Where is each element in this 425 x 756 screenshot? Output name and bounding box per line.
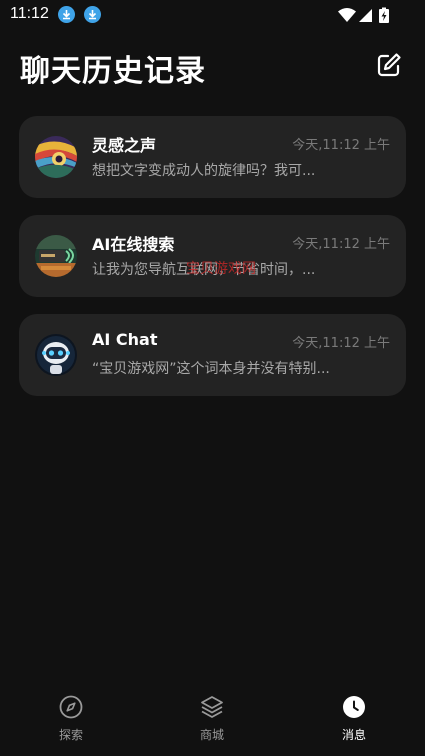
chat-item-ai-chat[interactable]: AI Chat 今天,11:12 上午 “宝贝游戏网”这个词本身并没有特别... [19, 314, 406, 396]
battery-icon [379, 7, 389, 23]
nav-label: 消息 [341, 728, 366, 742]
avatar [35, 136, 77, 178]
header: 聊天历史记录 [0, 40, 425, 90]
bottom-nav: 探索 商城 消息 [0, 686, 425, 756]
nav-label: 商城 [199, 728, 224, 742]
signal-icon [359, 9, 372, 22]
chat-time: 今天,11:12 上午 [292, 336, 390, 351]
edit-button[interactable] [375, 51, 403, 79]
chat-item-linggan[interactable]: 灵感之声 今天,11:12 上午 想把文字变成动人的旋律吗？我可... [19, 116, 406, 198]
compass-icon [59, 695, 83, 719]
chat-preview: 想把文字变成动人的旋律吗？我可... [92, 163, 316, 179]
chat-name: AI Chat [92, 330, 158, 349]
chat-item-ai-search[interactable]: AI在线搜索 今天,11:12 上午 让我为您导航互联网，节省时间，... [19, 215, 406, 297]
chat-time: 今天,11:12 上午 [292, 138, 390, 153]
page-title: 聊天历史记录 [20, 54, 206, 89]
download-notification-icon [58, 6, 75, 23]
nav-label: 探索 [58, 728, 83, 742]
download-notification-icon [84, 6, 101, 23]
avatar [35, 334, 77, 376]
watermark: 宝贝游戏网 [186, 261, 256, 277]
chat-name: AI在线搜索 [92, 235, 175, 254]
chat-time: 今天,11:12 上午 [292, 237, 390, 252]
clock-icon [343, 696, 365, 718]
status-bar: 11:12 [0, 0, 425, 30]
chat-name: 灵感之声 [92, 136, 157, 155]
nav-tab-explore[interactable]: 探索 [36, 694, 106, 750]
nav-tab-messages[interactable]: 消息 [319, 694, 389, 750]
layers-icon [201, 696, 223, 718]
edit-icon [377, 53, 401, 77]
nav-tab-store[interactable]: 商城 [177, 694, 247, 750]
avatar [35, 235, 77, 277]
system-icons [337, 6, 395, 28]
wifi-icon [338, 8, 356, 22]
status-time: 11:12 [10, 5, 49, 22]
chat-preview: “宝贝游戏网”这个词本身并没有特别... [92, 361, 330, 377]
